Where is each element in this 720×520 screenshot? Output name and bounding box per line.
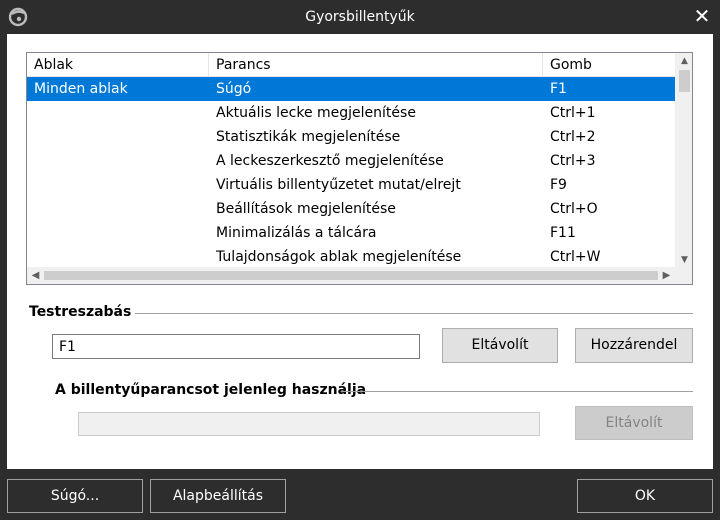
cell-key: Ctrl+1 xyxy=(550,105,596,121)
scroll-left-icon[interactable]: ◀ xyxy=(27,267,44,284)
cell-command: Virtuális billentyűzetet mutat/elrejt xyxy=(216,177,461,193)
list-row[interactable]: Tulajdonságok ablak megjelenítése Ctrl+W xyxy=(27,245,675,269)
cell-window xyxy=(27,125,209,149)
cell-window xyxy=(27,101,209,125)
cell-key: F9 xyxy=(550,177,567,193)
cell-command: Beállítások megjelenítése xyxy=(216,201,396,217)
scrollbar-corner xyxy=(675,267,692,284)
dialog-content: Ablak Parancs Gomb Minden ablak Súgó F1 Akt… xyxy=(7,34,713,469)
vertical-scroll-thumb[interactable] xyxy=(679,70,690,92)
shortcut-list[interactable]: Ablak Parancs Gomb Minden ablak Súgó F1 Akt… xyxy=(26,52,693,285)
assign-button[interactable]: Hozzárendel xyxy=(575,328,693,363)
cell-command: Súgó xyxy=(216,81,252,97)
cell-command: Statisztikák megjelenítése xyxy=(216,129,401,145)
in-use-divider xyxy=(341,391,693,392)
column-header-command[interactable]: Parancs xyxy=(209,53,543,77)
list-header: Ablak Parancs Gomb xyxy=(27,53,675,77)
list-row[interactable]: Statisztikák megjelenítése Ctrl+2 xyxy=(27,125,675,149)
list-row[interactable]: Minden ablak Súgó F1 xyxy=(27,77,675,101)
cell-window xyxy=(27,245,209,269)
horizontal-scrollbar[interactable]: ◀ ▶ xyxy=(27,267,675,284)
vertical-scrollbar[interactable]: ▲ ▼ xyxy=(675,53,692,269)
cell-command: Aktuális lecke megjelenítése xyxy=(216,105,416,121)
cell-command: A leckeszerkesztő megjelenítése xyxy=(216,153,444,169)
cell-key: Ctrl+2 xyxy=(550,129,596,145)
cell-window: Minden ablak xyxy=(34,81,128,97)
list-row[interactable]: Virtuális billentyűzetet mutat/elrejt F9 xyxy=(27,173,675,197)
cell-command: Minimalizálás a tálcára xyxy=(216,225,377,241)
scroll-right-icon[interactable]: ▶ xyxy=(658,267,675,284)
scroll-up-icon[interactable]: ▲ xyxy=(676,53,692,70)
customize-divider xyxy=(135,313,693,314)
title-bar: Gyorsbillentyűk ✕ xyxy=(0,0,720,34)
horizontal-scroll-thumb[interactable] xyxy=(44,271,658,280)
cell-key: Ctrl+3 xyxy=(550,153,596,169)
help-button[interactable]: Súgó... xyxy=(7,479,143,513)
customize-section-label: Testreszabás xyxy=(29,304,132,320)
list-row[interactable]: Aktuális lecke megjelenítése Ctrl+1 xyxy=(27,101,675,125)
cell-key: Ctrl+W xyxy=(550,249,601,265)
cell-window xyxy=(27,173,209,197)
list-row[interactable]: A leckeszerkesztő megjelenítése Ctrl+3 xyxy=(27,149,675,173)
cell-command: Tulajdonságok ablak megjelenítése xyxy=(216,249,462,265)
list-body: Minden ablak Súgó F1 Aktuális lecke megjele… xyxy=(27,77,675,269)
column-header-window[interactable]: Ablak xyxy=(27,53,209,77)
list-row[interactable]: Minimalizálás a tálcára F11 xyxy=(27,221,675,245)
cell-key: F1 xyxy=(550,81,567,97)
in-use-field xyxy=(78,412,540,436)
close-icon[interactable]: ✕ xyxy=(692,6,712,26)
list-row[interactable]: Beállítások megjelenítése Ctrl+O xyxy=(27,197,675,221)
cell-key: Ctrl+O xyxy=(550,201,598,217)
defaults-button[interactable]: Alapbeállítás xyxy=(150,479,286,513)
shortcut-input[interactable] xyxy=(52,334,420,359)
in-use-section-label: A billentyűparancsot jelenleg használja xyxy=(55,382,367,398)
remove-button[interactable]: Eltávolít xyxy=(442,328,558,363)
remove-in-use-button: Eltávolít xyxy=(575,406,693,440)
window-title: Gyorsbillentyűk xyxy=(305,9,415,25)
cell-window xyxy=(27,149,209,173)
ok-button[interactable]: OK xyxy=(577,479,713,513)
column-header-key[interactable]: Gomb xyxy=(543,53,675,77)
cell-window xyxy=(27,221,209,245)
cell-key: F11 xyxy=(550,225,576,241)
cell-window xyxy=(27,197,209,221)
